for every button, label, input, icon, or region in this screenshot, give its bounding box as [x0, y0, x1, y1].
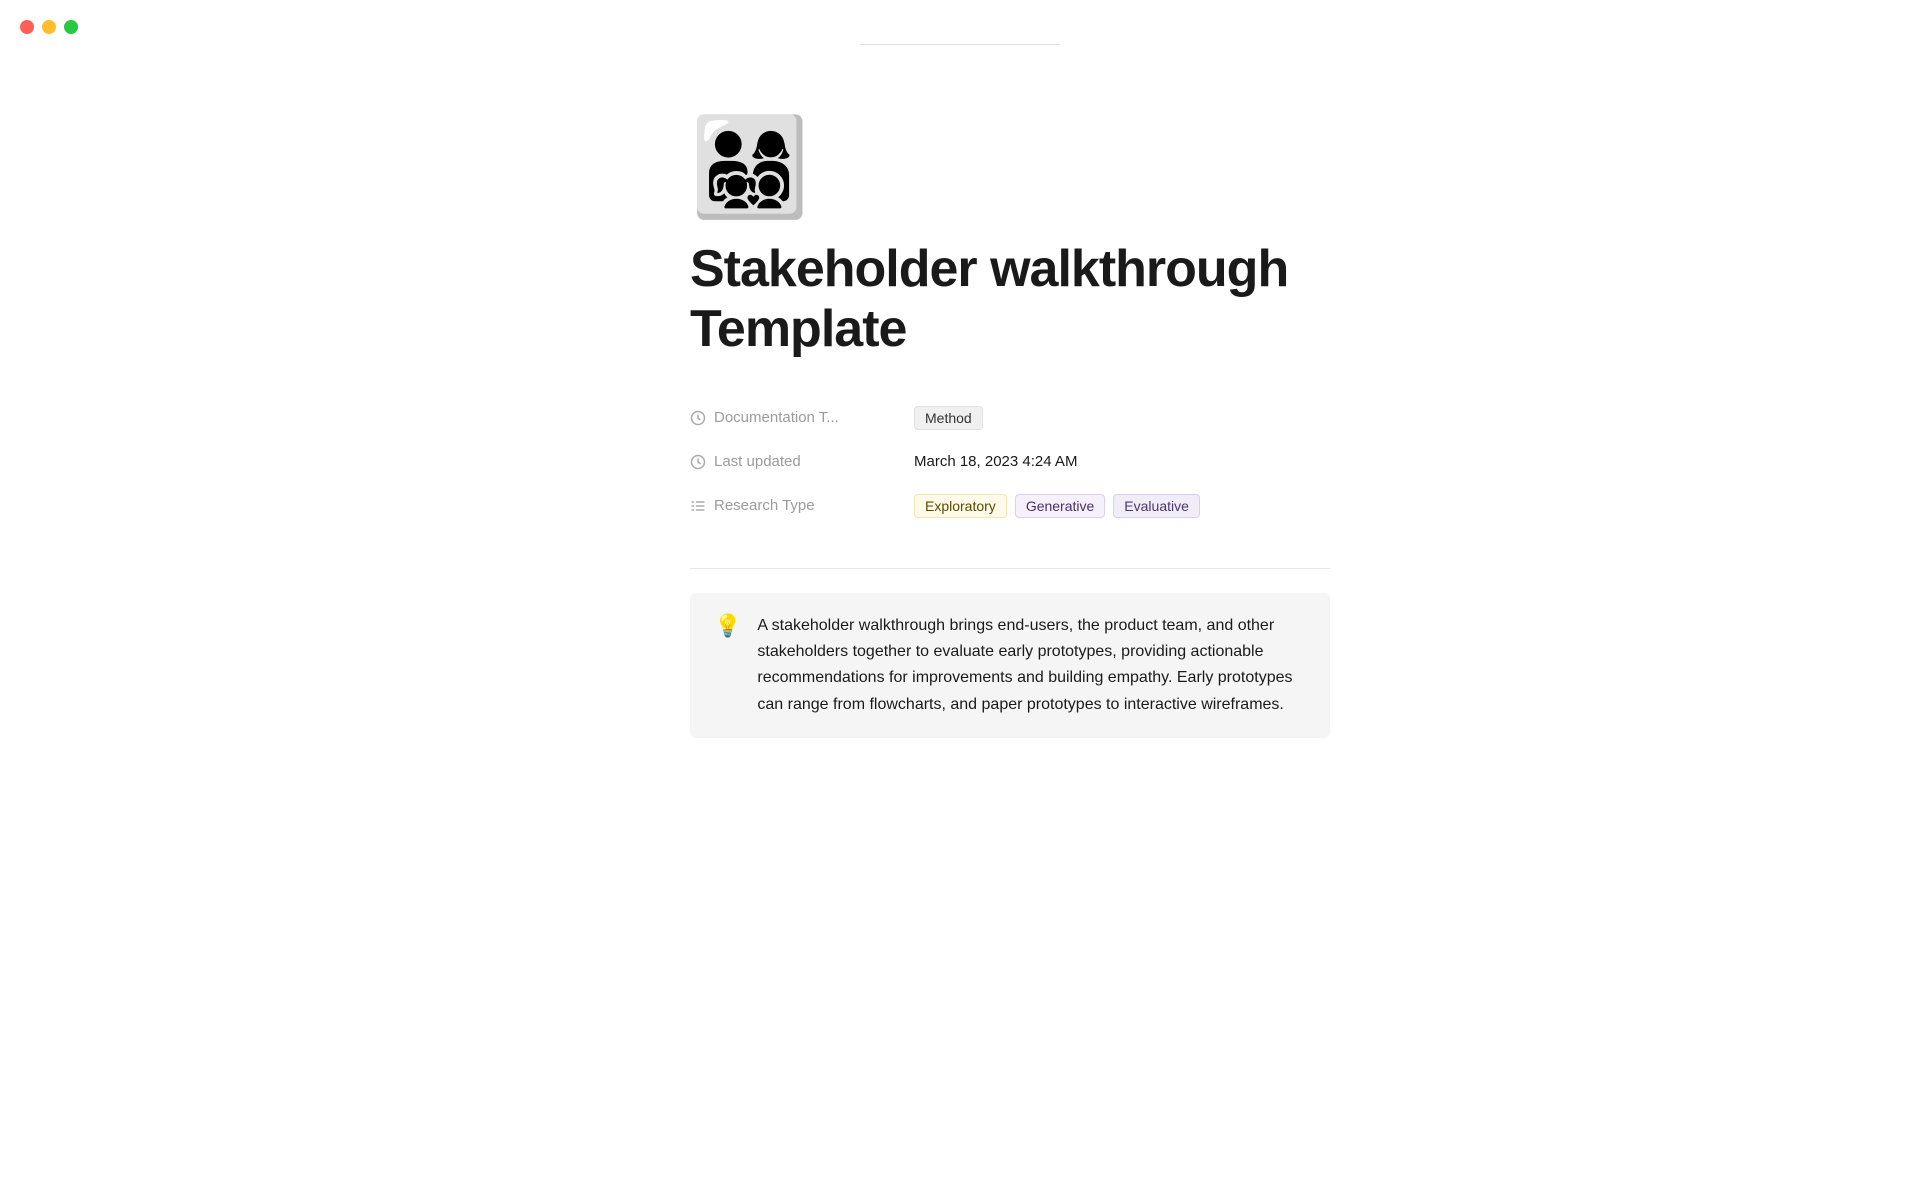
- lightbulb-icon: 💡: [714, 615, 741, 637]
- property-label-research-type[interactable]: Research Type: [690, 497, 890, 514]
- property-label-doc-type[interactable]: Documentation T...: [690, 409, 890, 426]
- exploratory-tag[interactable]: Exploratory: [914, 494, 1007, 518]
- property-row-research-type: Research Type Exploratory Generative Eva…: [690, 484, 1330, 528]
- property-value-last-updated[interactable]: March 18, 2023 4:24 AM: [914, 453, 1077, 470]
- section-divider: [690, 568, 1330, 569]
- generative-tag[interactable]: Generative: [1015, 494, 1105, 518]
- property-value-doc-type[interactable]: Method: [914, 406, 983, 430]
- property-value-research-type[interactable]: Exploratory Generative Evaluative: [914, 494, 1200, 518]
- minimize-button[interactable]: [42, 20, 56, 34]
- property-row-last-updated: Last updated March 18, 2023 4:24 AM: [690, 440, 1330, 484]
- property-row-doc-type: Documentation T... Method: [690, 396, 1330, 440]
- last-updated-value: March 18, 2023 4:24 AM: [914, 453, 1077, 470]
- top-divider: [860, 44, 1060, 45]
- list-icon: [690, 498, 706, 514]
- page-title[interactable]: Stakeholder walkthrough Template: [690, 240, 1330, 360]
- callout-block: 💡 A stakeholder walkthrough brings end-u…: [690, 593, 1330, 739]
- evaluative-tag[interactable]: Evaluative: [1113, 494, 1200, 518]
- main-content: 👨‍👩‍👧‍👦 Stakeholder walkthrough Template…: [510, 0, 1410, 818]
- clock-icon-2: [690, 454, 706, 470]
- callout-text: A stakeholder walkthrough brings end-use…: [757, 613, 1306, 719]
- close-button[interactable]: [20, 20, 34, 34]
- page-icon: 👨‍👩‍👧‍👦: [690, 120, 1330, 216]
- method-tag[interactable]: Method: [914, 406, 983, 430]
- maximize-button[interactable]: [64, 20, 78, 34]
- property-label-last-updated[interactable]: Last updated: [690, 453, 890, 470]
- properties-section: Documentation T... Method Last updated M…: [690, 396, 1330, 528]
- traffic-lights: [20, 20, 78, 34]
- clock-icon: [690, 410, 706, 426]
